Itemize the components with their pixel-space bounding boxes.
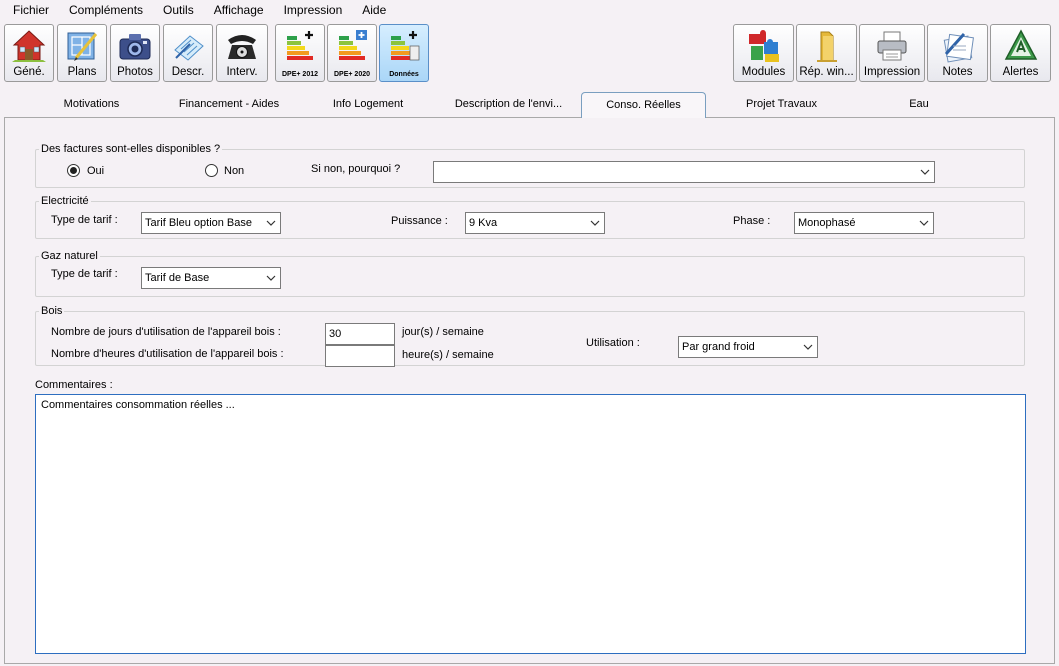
gaz-legend: Gaz naturel	[41, 250, 98, 262]
dpe-2020-label: DPE+ 2020	[334, 71, 370, 78]
menu-affichage[interactable]: Affichage	[202, 0, 272, 20]
alertes-label: Alertes	[1002, 66, 1039, 78]
electricite-legend: Electricité	[41, 195, 89, 207]
dpe-2012-button[interactable]: DPE+ 2012	[275, 24, 325, 82]
dpe-2020-button[interactable]: DPE+ 2020	[327, 24, 377, 82]
menu-fichier[interactable]: Fichier	[0, 0, 57, 20]
puissance-value: 9 Kva	[469, 217, 498, 229]
elec-tarif-label: Type de tarif :	[51, 214, 118, 226]
puissance-label: Puissance :	[391, 215, 448, 227]
chevron-down-icon	[266, 275, 276, 281]
modules-label: Modules	[741, 66, 786, 78]
chevron-down-icon	[266, 220, 276, 226]
photos-button[interactable]: Photos	[110, 24, 160, 82]
donnees-label: Données	[389, 71, 419, 78]
chevron-down-icon	[920, 169, 930, 175]
phase-select[interactable]: Monophasé	[794, 212, 934, 234]
phase-label: Phase :	[733, 215, 771, 227]
description-icon	[170, 28, 206, 64]
radio-selected-dot	[70, 167, 77, 174]
impression-button[interactable]: Impression	[859, 24, 925, 82]
chevron-down-icon	[803, 344, 813, 350]
gaz-tarif-select[interactable]: Tarif de Base	[141, 267, 281, 289]
menu-impression[interactable]: Impression	[272, 0, 351, 20]
bois-jours-input[interactable]: 30	[325, 323, 395, 345]
chevron-down-icon	[590, 220, 600, 226]
factures-non-radio[interactable]	[205, 164, 218, 177]
gaz-tarif-value: Tarif de Base	[145, 272, 210, 284]
tab-motivations[interactable]: Motivations	[24, 92, 159, 118]
utilisation-label: Utilisation :	[586, 337, 640, 349]
bois-heures-unit: heure(s) / semaine	[402, 349, 494, 361]
gene-label: Géné.	[13, 66, 45, 78]
folder-icon	[809, 28, 845, 64]
menu-outils[interactable]: Outils	[151, 0, 202, 20]
printer-icon	[874, 28, 910, 64]
camera-icon	[117, 28, 153, 64]
tab-conso-reelles[interactable]: Conso. Réelles	[581, 92, 706, 119]
utilisation-select[interactable]: Par grand froid	[678, 336, 818, 358]
telephone-icon	[224, 28, 260, 64]
why-select[interactable]	[433, 161, 935, 183]
photos-label: Photos	[117, 66, 153, 78]
notes-icon	[940, 28, 976, 64]
dpe-2012-label: DPE+ 2012	[282, 71, 318, 78]
commentaires-label: Commentaires :	[35, 379, 113, 391]
elec-tarif-value: Tarif Bleu option Base	[145, 217, 253, 229]
bois-jours-unit: jour(s) / semaine	[402, 326, 484, 338]
factures-oui-label: Oui	[87, 165, 105, 177]
phase-value: Monophasé	[798, 217, 856, 229]
rep-win-button[interactable]: Rép. win...	[796, 24, 857, 82]
why-label: Si non, pourquoi ?	[311, 163, 401, 175]
house-icon	[11, 28, 47, 64]
menu-bar: Fichier Compléments Outils Affichage Imp…	[0, 0, 1059, 20]
gaz-tarif-label: Type de tarif :	[51, 268, 118, 280]
tab-strip: Motivations Financement - Aides Info Log…	[4, 88, 1055, 119]
factures-legend: Des factures sont-elles disponibles ?	[41, 143, 221, 155]
plans-icon	[64, 28, 100, 64]
puzzle-icon	[746, 28, 782, 64]
bois-legend: Bois	[41, 305, 63, 317]
bois-heures-input[interactable]	[325, 345, 395, 367]
modules-button[interactable]: Modules	[733, 24, 794, 82]
descr-button[interactable]: Descr.	[163, 24, 213, 82]
tab-description-environnement[interactable]: Description de l'envi...	[436, 92, 581, 118]
tab-financement-aides[interactable]: Financement - Aides	[159, 92, 299, 118]
energy-label-icon	[282, 28, 318, 64]
energy-label-icon	[386, 28, 422, 64]
menu-aide[interactable]: Aide	[350, 0, 394, 20]
elec-tarif-select[interactable]: Tarif Bleu option Base	[141, 212, 281, 234]
gene-button[interactable]: Géné.	[4, 24, 54, 82]
chevron-down-icon	[919, 220, 929, 226]
notes-label: Notes	[942, 66, 973, 78]
tab-content-panel: Des factures sont-elles disponibles ? Ou…	[4, 118, 1055, 664]
warning-icon	[1003, 28, 1039, 64]
bois-heures-label: Nombre d'heures d'utilisation de l'appar…	[51, 348, 284, 360]
commentaires-textarea[interactable]: Commentaires consommation réelles ...	[35, 394, 1026, 654]
impression-label: Impression	[863, 66, 921, 78]
interv-button[interactable]: Interv.	[216, 24, 268, 82]
plans-button[interactable]: Plans	[57, 24, 107, 82]
rep-win-label: Rép. win...	[799, 66, 854, 78]
notes-button[interactable]: Notes	[927, 24, 988, 82]
factures-oui-radio[interactable]	[67, 164, 80, 177]
energy-label-icon	[334, 28, 370, 64]
bois-jours-label: Nombre de jours d'utilisation de l'appar…	[51, 326, 281, 338]
utilisation-value: Par grand froid	[682, 341, 755, 353]
menu-complements[interactable]: Compléments	[57, 0, 151, 20]
plans-label: Plans	[67, 66, 97, 78]
tab-eau[interactable]: Eau	[854, 92, 984, 118]
donnees-button[interactable]: Données	[379, 24, 429, 82]
factures-non-label: Non	[224, 165, 245, 177]
descr-label: Descr.	[171, 66, 205, 78]
interv-label: Interv.	[226, 66, 258, 78]
alertes-button[interactable]: Alertes	[990, 24, 1051, 82]
tab-projet-travaux[interactable]: Projet Travaux	[714, 92, 849, 118]
puissance-select[interactable]: 9 Kva	[465, 212, 605, 234]
tab-info-logement[interactable]: Info Logement	[304, 92, 432, 118]
